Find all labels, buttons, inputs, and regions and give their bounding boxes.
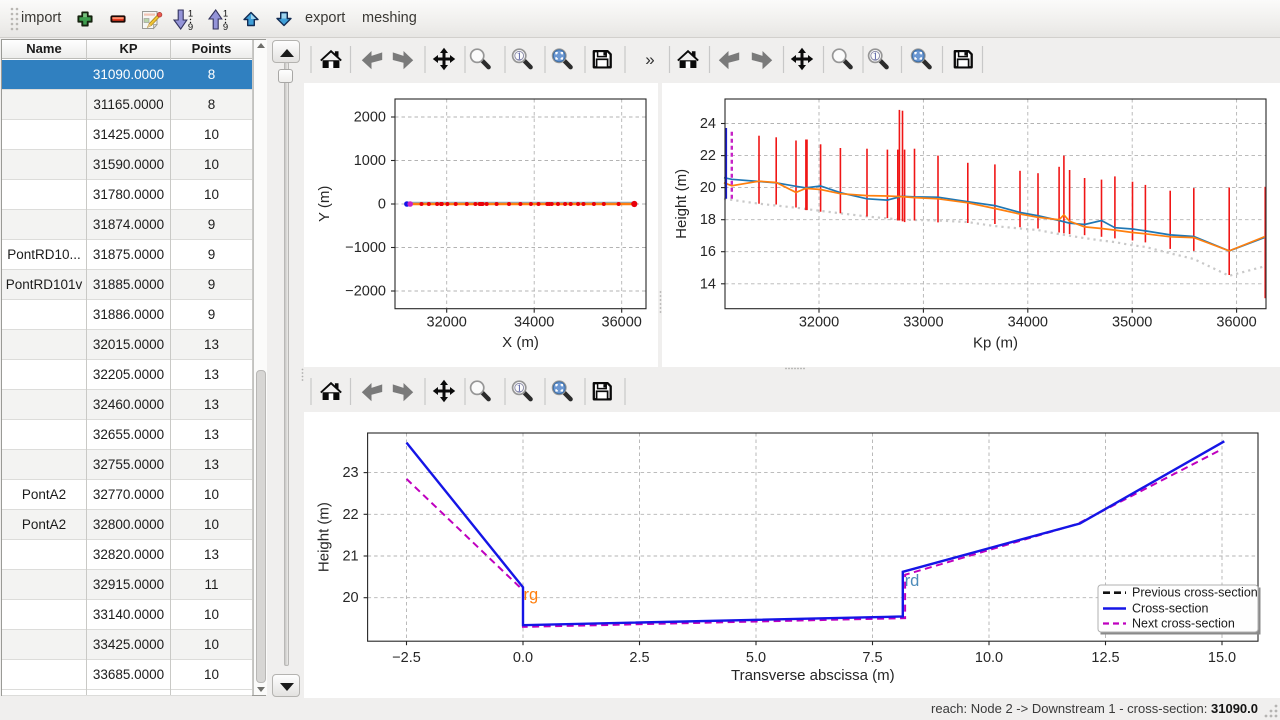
svg-text:−2000: −2000 <box>345 284 386 300</box>
svg-text:21: 21 <box>342 549 358 565</box>
svg-text:0: 0 <box>378 197 386 213</box>
svg-text:22: 22 <box>342 507 358 523</box>
svg-text:Transverse abscissa (m): Transverse abscissa (m) <box>731 667 895 684</box>
svg-text:0.0: 0.0 <box>513 650 533 666</box>
svg-text:24: 24 <box>700 116 716 132</box>
svg-text:34000: 34000 <box>1008 315 1048 331</box>
svg-text:10.0: 10.0 <box>975 650 1003 666</box>
svg-text:18: 18 <box>700 212 716 228</box>
svg-text:34000: 34000 <box>514 315 554 331</box>
svg-text:20: 20 <box>342 590 358 606</box>
svg-text:X (m): X (m) <box>502 334 539 351</box>
svg-text:Cross-section: Cross-section <box>1132 602 1208 616</box>
svg-text:1: 1 <box>516 51 522 63</box>
svg-text:Height (m): Height (m) <box>316 502 333 572</box>
svg-text:rg: rg <box>524 586 539 604</box>
svg-text:Next cross-section: Next cross-section <box>1132 617 1235 631</box>
svg-text:12.5: 12.5 <box>1091 650 1119 666</box>
svg-text:Previous cross-section: Previous cross-section <box>1132 586 1258 600</box>
svg-text:rd: rd <box>905 572 920 590</box>
svg-text:1: 1 <box>516 383 522 395</box>
svg-text:Kp (m): Kp (m) <box>973 335 1018 352</box>
svg-text:Height (m): Height (m) <box>673 169 690 239</box>
svg-text:−2.5: −2.5 <box>392 650 421 666</box>
svg-text:23: 23 <box>342 465 358 481</box>
svg-text:»: » <box>645 50 654 69</box>
svg-text:1: 1 <box>872 51 878 63</box>
svg-text:15.0: 15.0 <box>1208 650 1236 666</box>
svg-text:36000: 36000 <box>1216 315 1256 331</box>
svg-text:14: 14 <box>700 276 716 292</box>
svg-text:2.5: 2.5 <box>629 650 649 666</box>
svg-text:32000: 32000 <box>799 315 839 331</box>
svg-text:−1000: −1000 <box>345 240 386 256</box>
svg-text:22: 22 <box>700 148 716 164</box>
svg-text:35000: 35000 <box>1112 315 1152 331</box>
svg-text:5.0: 5.0 <box>746 650 766 666</box>
svg-text:2000: 2000 <box>354 110 386 126</box>
svg-text:Y (m): Y (m) <box>316 186 333 222</box>
svg-text:36000: 36000 <box>602 315 642 331</box>
svg-text:33000: 33000 <box>903 315 943 331</box>
svg-text:32000: 32000 <box>427 315 467 331</box>
svg-text:1000: 1000 <box>354 153 386 169</box>
svg-text:16: 16 <box>700 244 716 260</box>
svg-text:20: 20 <box>700 180 716 196</box>
svg-text:7.5: 7.5 <box>862 650 882 666</box>
